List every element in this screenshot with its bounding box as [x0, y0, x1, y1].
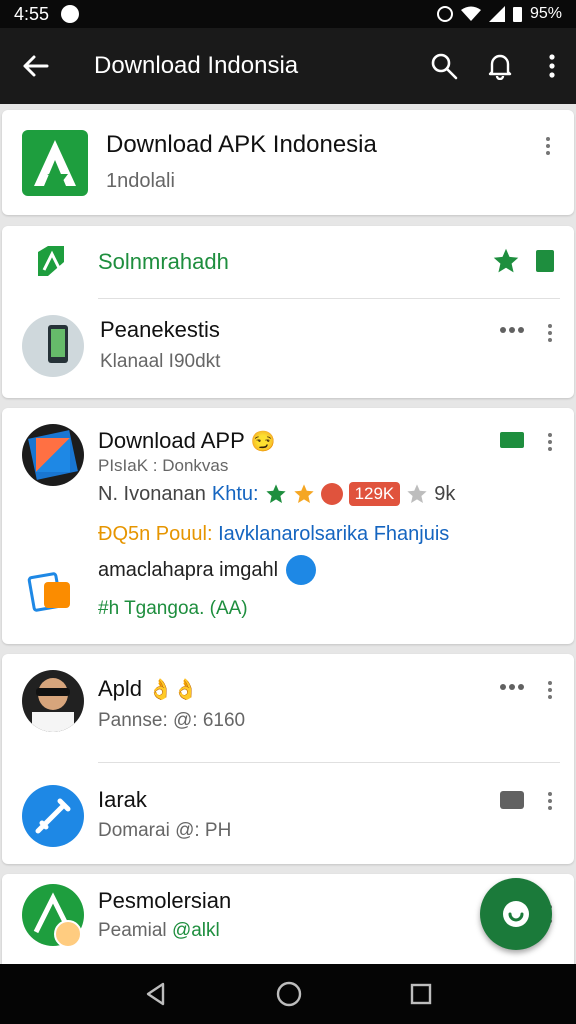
list-item[interactable]: Iarak Domarai @: PH: [2, 763, 574, 863]
nav-home-icon[interactable]: [275, 980, 303, 1008]
list-item[interactable]: Peanekestis Klanaal I90dkt: [2, 299, 574, 397]
tools-icon: [35, 798, 71, 834]
tag-icon[interactable]: [500, 432, 524, 448]
avatar: [22, 424, 84, 486]
desc-prefix: ĐQ5n Pouul:: [98, 523, 213, 545]
search-button[interactable]: [416, 28, 472, 104]
star-icon[interactable]: [492, 247, 520, 275]
description-line1: ĐQ5n Pouul: Iavklanarolsarika Fhanjuis: [98, 523, 449, 546]
more-horiz-icon[interactable]: [500, 327, 524, 333]
item-title: Apld: [98, 676, 143, 701]
emoji-badge: [54, 920, 82, 948]
stats-row: N. Ivonanan Khtu: 129K 9k: [98, 480, 455, 508]
heart-badge-icon: [320, 483, 343, 505]
desc-line2: amaclahapra imgahl: [98, 558, 279, 581]
app-bar: Download Indonsia: [0, 28, 576, 104]
description-line2: amaclahapra imgahl: [98, 555, 317, 585]
item-subtitle: Peamial: [98, 920, 167, 941]
wifi-icon: [460, 6, 481, 21]
count-badge: 129K: [348, 482, 401, 506]
item-subtitle: Klanaal I90dkt: [100, 351, 221, 372]
item-subtitle: Pannse: @: 6160: [98, 710, 246, 731]
item-menu-button[interactable]: [538, 789, 562, 813]
post-title: Download APP: [98, 428, 245, 453]
item-menu-button[interactable]: [538, 678, 562, 702]
floating-action-button[interactable]: [480, 878, 552, 950]
avatar: [22, 785, 84, 847]
status-time: 4:55: [14, 3, 50, 24]
post-card[interactable]: Download APP 😏 PIsIaK : Donkvas N. Ivona…: [2, 408, 574, 644]
item-subtitle: Domarai @: PH: [98, 820, 232, 841]
battery-symbol: %: [547, 5, 562, 22]
item-title: Iarak: [98, 787, 147, 812]
signal-icon: [488, 6, 505, 22]
system-nav-bar: [0, 964, 576, 1024]
app-subtitle: 1ndolali: [106, 170, 175, 192]
arrow-left-icon: [23, 55, 49, 77]
item-title: Pesmolersian: [98, 888, 232, 913]
battery-icon: [512, 6, 522, 22]
messenger-icon[interactable]: [286, 555, 317, 585]
folder-icon[interactable]: [500, 791, 524, 809]
notification-icon: [61, 5, 80, 23]
status-bar: 4:55 95%: [0, 0, 576, 28]
stats-label: Khtu:: [211, 482, 259, 505]
item-menu-button[interactable]: [538, 321, 562, 345]
battery-level: 95: [529, 5, 548, 22]
bookmark-icon[interactable]: [536, 250, 554, 272]
list-card: Apld 👌👌 Pannse: @: 6160 Iarak Domarai @:…: [2, 654, 574, 864]
card-menu-button[interactable]: [536, 134, 560, 158]
more-vert-icon: [549, 54, 555, 78]
nav-recents-icon[interactable]: [409, 982, 433, 1006]
back-button[interactable]: [0, 28, 70, 104]
title-emoji: 😏: [250, 431, 276, 453]
app-icon-small: [27, 571, 72, 616]
title-emoji: 👌👌: [148, 679, 198, 701]
smile-icon: [503, 901, 529, 927]
section-label: Solnmrahadh: [98, 249, 229, 274]
app-logo-small-icon: [38, 246, 64, 276]
bell-icon: [488, 54, 512, 80]
nav-back-icon[interactable]: [143, 981, 169, 1007]
desc-link[interactable]: Iavklanarolsarika Fhanjuis: [218, 523, 449, 545]
list-item[interactable]: Apld 👌👌 Pannse: @: 6160: [2, 654, 574, 762]
stat-count: 9k: [434, 482, 456, 505]
app-card-download-apk[interactable]: Download APK Indonesia 1ndolali: [2, 110, 574, 215]
item-subtitle-link[interactable]: @alkl: [172, 920, 220, 941]
notifications-button[interactable]: [472, 28, 528, 104]
app-title: Download APK Indonesia: [106, 131, 377, 158]
star-icon: [265, 484, 286, 503]
card-menu-button[interactable]: [538, 430, 562, 454]
alarm-icon: [436, 6, 453, 22]
page-title: Download Indonsia: [94, 52, 299, 79]
hashtag-text[interactable]: #h Tgangoa. (AA): [98, 598, 248, 620]
avatar: [22, 315, 84, 377]
post-meta: PIsIaK : Donkvas: [98, 456, 229, 475]
stats-prefix: N. Ivonanan: [98, 482, 206, 505]
star-outline-icon: [407, 484, 427, 503]
item-title: Peanekestis: [100, 317, 220, 342]
search-icon: [431, 53, 458, 80]
section-header[interactable]: Solnmrahadh: [2, 226, 574, 298]
avatar: [22, 670, 84, 732]
overflow-menu-button[interactable]: [528, 28, 576, 104]
star-icon: [293, 484, 314, 503]
section-card: Solnmrahadh Peanekestis Klanaal I90dkt: [2, 226, 574, 398]
app-logo-icon: [22, 130, 88, 196]
more-horiz-icon[interactable]: [500, 684, 524, 690]
